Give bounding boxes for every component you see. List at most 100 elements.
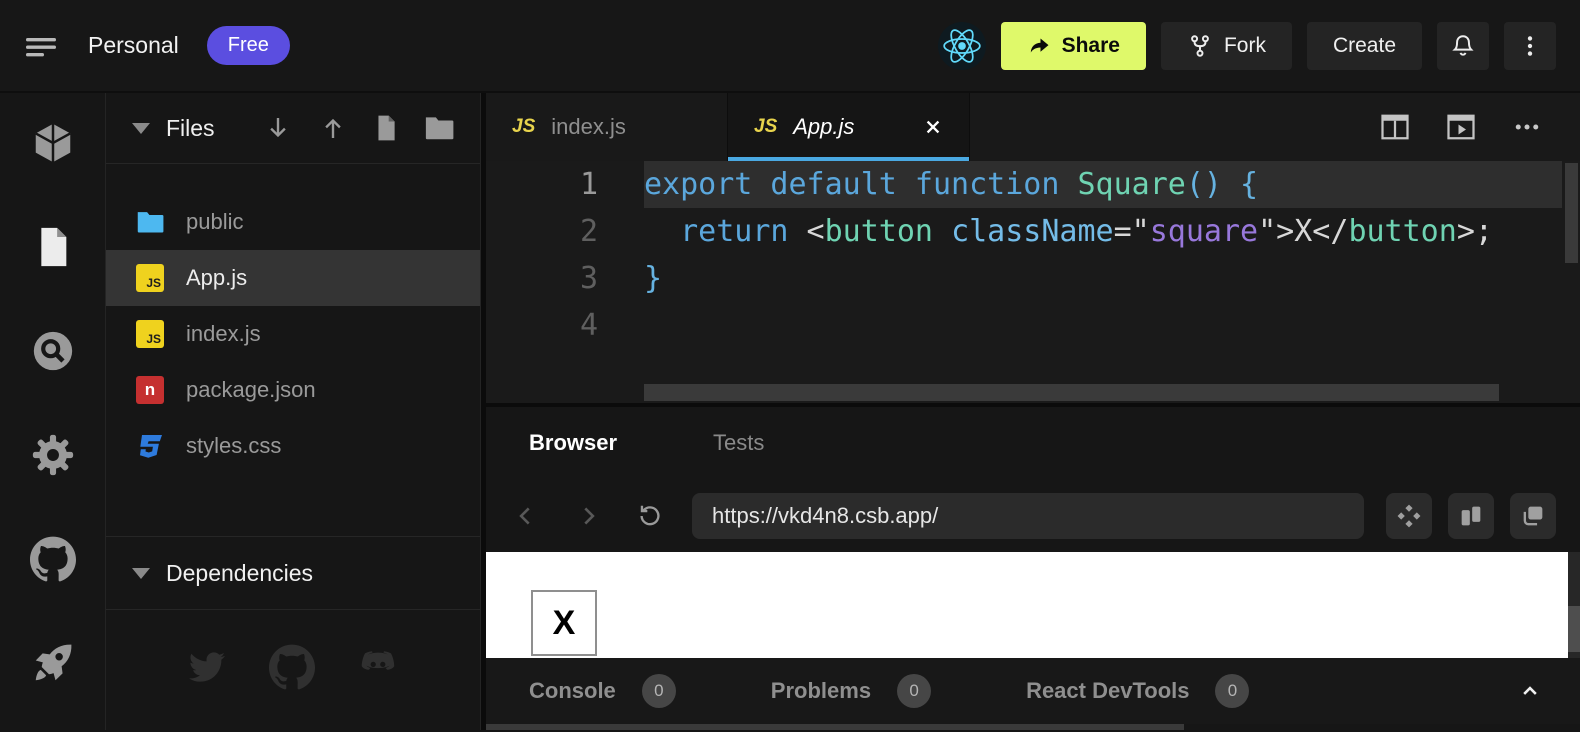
code-token: className (951, 214, 1114, 249)
plan-badge: Free (207, 26, 290, 65)
line-number: 2 (486, 208, 598, 255)
file-row-public[interactable]: public (106, 194, 480, 250)
refresh-icon[interactable] (630, 496, 670, 536)
js-file-icon: JS (136, 264, 164, 292)
close-icon[interactable] (923, 117, 943, 137)
file-name: styles.css (186, 433, 281, 459)
bottom-scrollbar[interactable] (486, 724, 1580, 730)
console-bar: Console0 Problems 0 React DevTools0 (486, 658, 1580, 724)
fork-button[interactable]: Fork (1161, 22, 1292, 70)
download-icon[interactable] (263, 113, 293, 143)
more-options-icon[interactable] (1512, 113, 1542, 141)
line-number: 1 (486, 161, 598, 208)
tab-label: App.js (793, 114, 854, 140)
console-tab-label: Problems (771, 678, 871, 704)
console-tab-problems[interactable]: Problems 0 (771, 674, 931, 708)
topbar-right: Share Fork Create (938, 22, 1556, 70)
sidebar-item-cube[interactable] (29, 119, 77, 167)
mirror-preview-icon (1457, 502, 1485, 530)
topbar-left: Personal Free (24, 26, 290, 65)
open-window-button[interactable] (1510, 493, 1556, 539)
code-line: 2 return <button className="square">X</b… (486, 208, 1580, 255)
code-token: square (1150, 214, 1258, 249)
devtools-tab-browser[interactable]: Browser (529, 430, 617, 456)
file-name: App.js (186, 265, 247, 291)
js-file-icon: JS (136, 320, 164, 348)
sidebar-item-rocket[interactable] (29, 639, 77, 687)
code-token: Square (1077, 167, 1185, 202)
devtools-tab-tests[interactable]: Tests (713, 430, 764, 456)
notifications-button[interactable] (1437, 22, 1489, 70)
file-row-App.js[interactable]: JS App.js (106, 250, 480, 306)
tab-label: index.js (551, 114, 626, 140)
console-tab-console[interactable]: Console0 (529, 674, 676, 708)
code-token: button (1348, 214, 1456, 249)
activity-bar (0, 93, 105, 730)
file-name: index.js (186, 321, 261, 347)
file-row-package.json[interactable]: npackage.json (106, 362, 480, 418)
file-row-index.js[interactable]: JS index.js (106, 306, 480, 362)
github-icon[interactable] (269, 644, 315, 690)
code-line: 1export default function Square() { (486, 161, 1580, 208)
chevron-down-icon[interactable] (132, 568, 150, 579)
sidebar-item-github[interactable] (29, 535, 77, 583)
twitter-icon[interactable] (189, 644, 225, 690)
sidebar-item-gear[interactable] (29, 431, 77, 479)
editor-tab-index.js[interactable]: JSindex.js (486, 93, 728, 161)
sidebar-item-file[interactable] (29, 223, 77, 271)
preview-scrollbar[interactable] (1568, 552, 1580, 658)
files-panel-title: Files (166, 115, 215, 142)
horizontal-scrollbar[interactable] (644, 384, 1499, 401)
fork-icon (1187, 33, 1213, 59)
code-token: >; (1457, 214, 1493, 249)
split-editor-icon[interactable] (1380, 113, 1410, 141)
file-row-styles.css[interactable]: styles.css (106, 418, 480, 474)
code-token: =" (1114, 214, 1150, 249)
upload-icon[interactable] (318, 113, 348, 143)
open-preview-icon[interactable] (1446, 113, 1476, 141)
new-file-icon[interactable] (373, 114, 399, 142)
mirror-preview-button[interactable] (1448, 493, 1494, 539)
css-icon (136, 432, 164, 460)
square-button[interactable]: X (531, 590, 597, 656)
code-token: } (644, 261, 662, 296)
devtools-tab-bar: Browser Tests (486, 407, 1580, 479)
code-token (644, 214, 680, 249)
vertical-scrollbar[interactable] (1565, 163, 1578, 263)
console-tab-react-devtools[interactable]: React DevTools0 (1026, 674, 1249, 708)
chevron-up-icon[interactable] (1516, 677, 1544, 705)
cube-icon (30, 120, 76, 166)
file-list: public JS App.js JS index.js npackage.json sty… (106, 164, 480, 474)
forward-icon[interactable] (568, 496, 608, 536)
responsive-preview-icon (1395, 502, 1423, 530)
editor-actions (1380, 93, 1580, 161)
more-menu-button[interactable] (1504, 22, 1556, 70)
code-token: export default function (644, 167, 1077, 202)
workspace-name[interactable]: Personal (88, 32, 179, 59)
line-content (644, 302, 1562, 349)
github-icon (30, 536, 76, 582)
new-folder-icon[interactable] (424, 114, 454, 142)
code-area[interactable]: 1export default function Square() {2 ret… (486, 161, 1580, 349)
sidebar-item-search[interactable] (29, 327, 77, 375)
chevron-down-icon[interactable] (132, 123, 150, 134)
count-badge: 0 (897, 674, 931, 708)
line-content: } (644, 255, 1562, 302)
devtools-panel: Browser Tests X (486, 403, 1580, 730)
bell-icon (1449, 32, 1477, 60)
files-panel: Files public JS App.js JS index.js npackage.j… (105, 93, 481, 730)
react-logo-icon[interactable] (938, 22, 986, 70)
discord-icon[interactable] (359, 644, 397, 690)
code-token: ">X</ (1258, 214, 1348, 249)
back-icon[interactable] (506, 496, 546, 536)
file-name: package.json (186, 377, 316, 403)
url-input[interactable] (692, 493, 1364, 539)
code-token: return (680, 214, 788, 249)
share-button[interactable]: Share (1001, 22, 1146, 70)
preview-viewport: X (486, 552, 1568, 658)
menu-icon[interactable] (24, 31, 60, 61)
responsive-preview-button[interactable] (1386, 493, 1432, 539)
create-button[interactable]: Create (1307, 22, 1422, 70)
editor-tab-App.js[interactable]: JSApp.js (728, 93, 970, 161)
console-tab-label: Console (529, 678, 616, 704)
